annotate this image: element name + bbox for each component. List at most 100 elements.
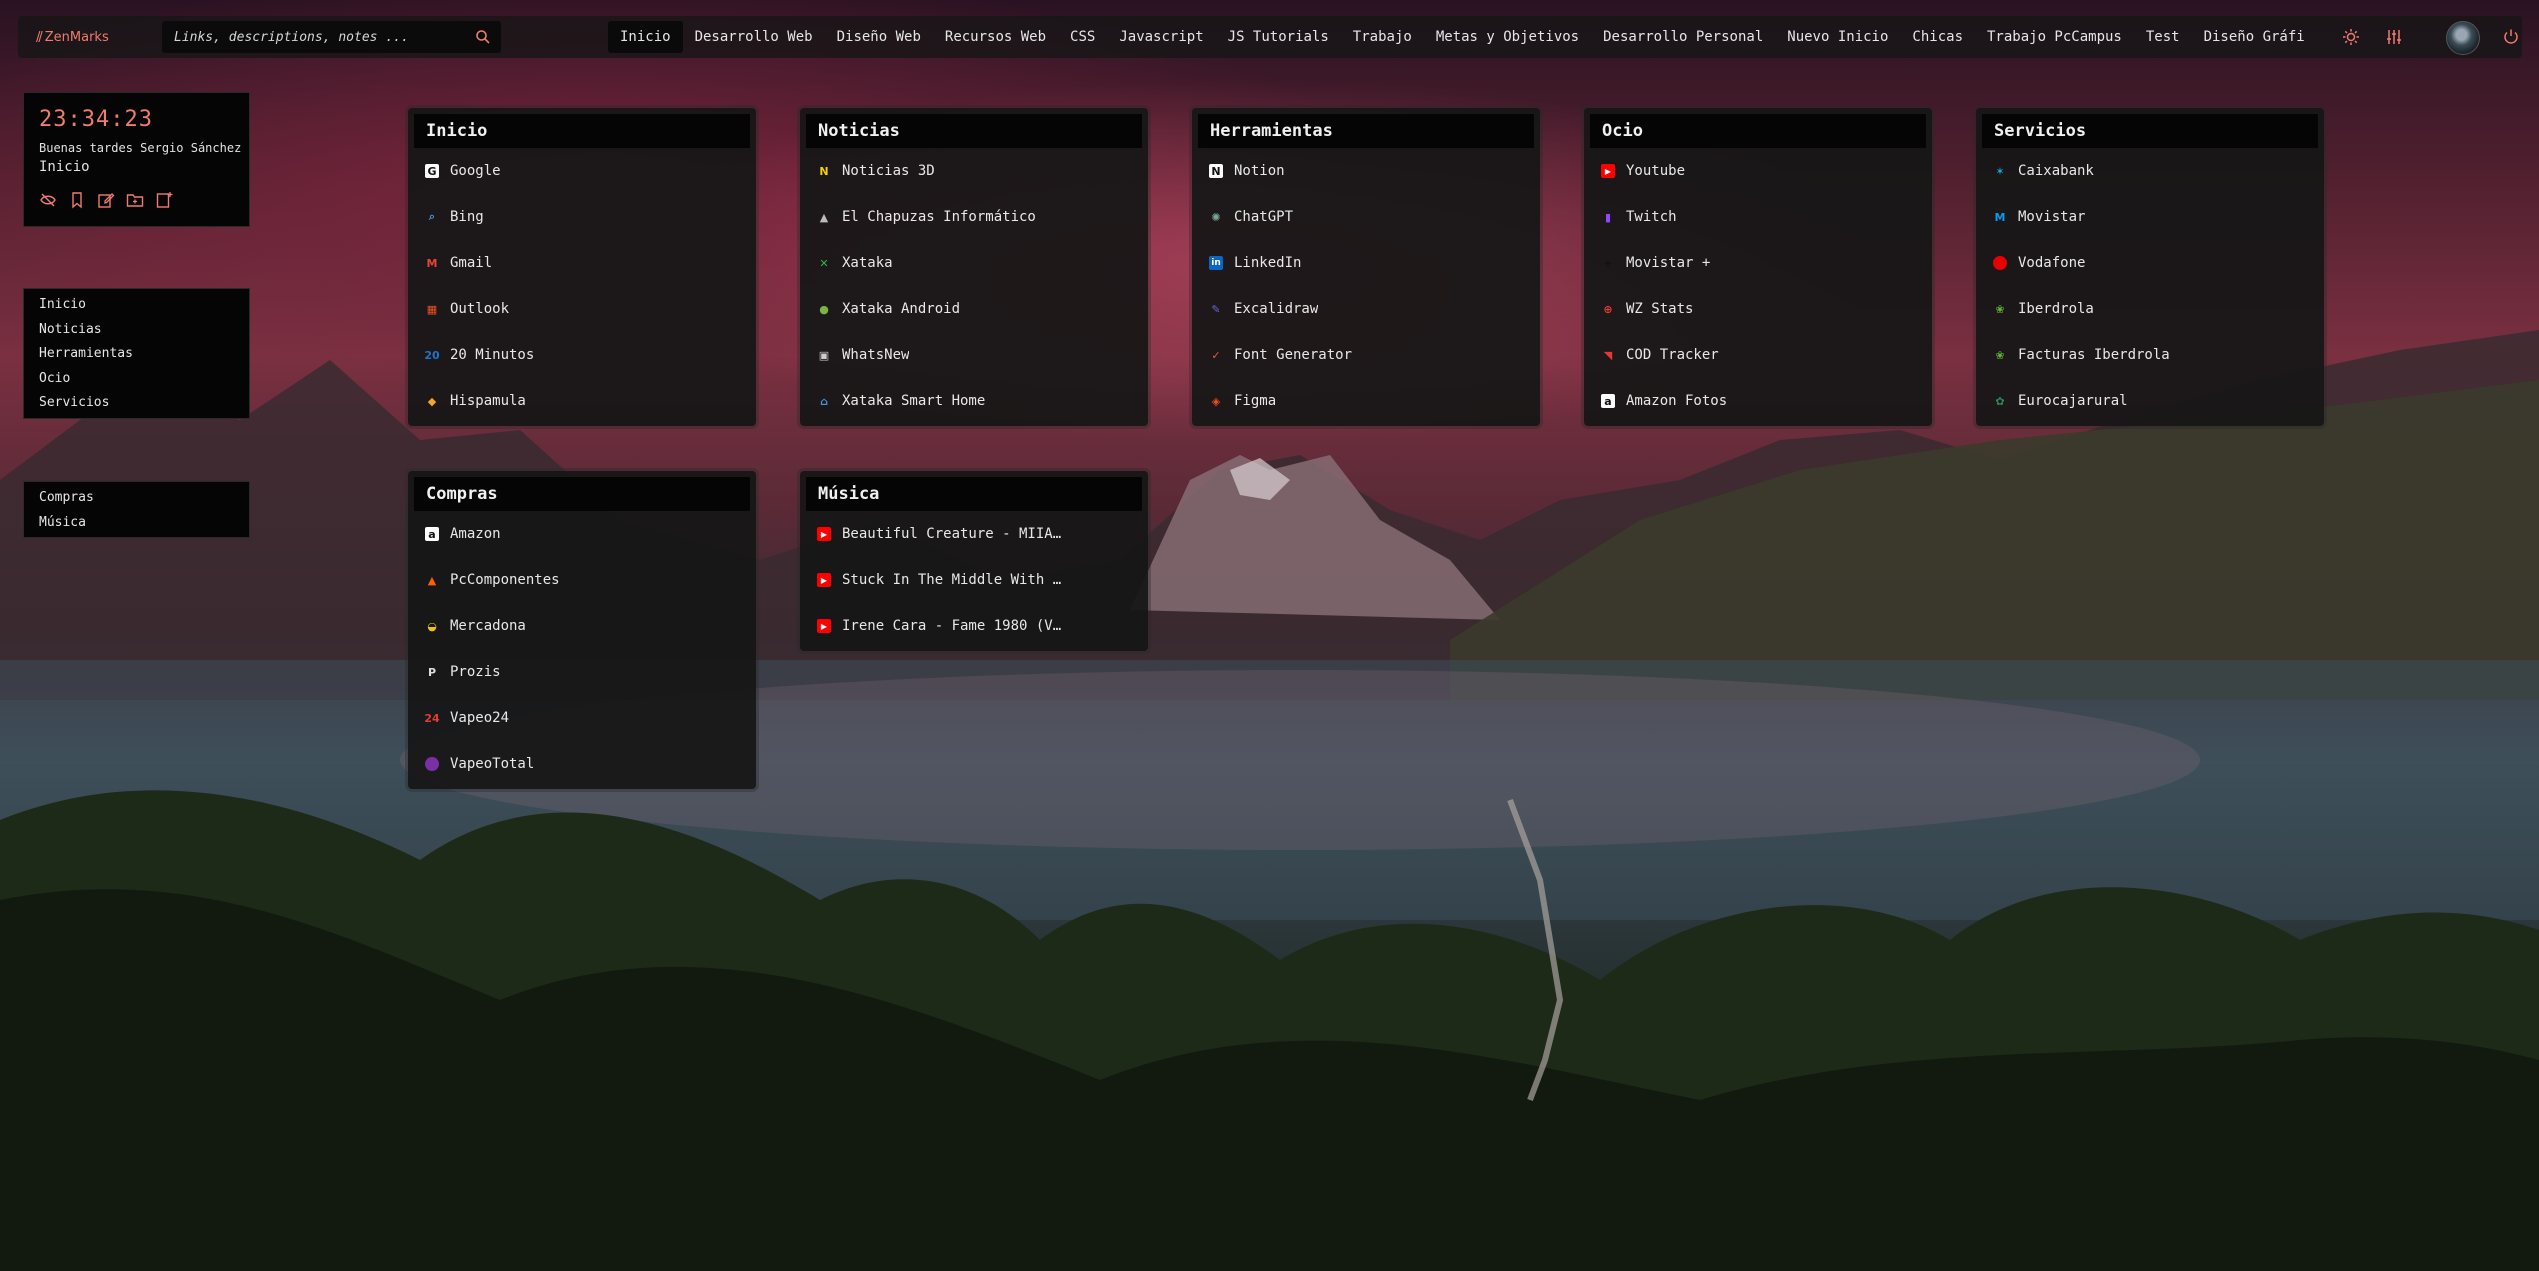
bookmark-link[interactable]: ✎ Excalidraw bbox=[1192, 286, 1540, 332]
bookmark-link[interactable]: ▦ Outlook bbox=[408, 286, 756, 332]
bookmark-label: Twitch bbox=[1626, 209, 1677, 225]
bookmark-link[interactable]: ❀ Iberdrola bbox=[1976, 286, 2324, 332]
youtube-icon: ▶ bbox=[817, 527, 831, 541]
caixabank-icon: ✶ bbox=[1995, 164, 2005, 178]
pccomponentes-icon: ▲ bbox=[427, 573, 437, 587]
tab-desarrollo-web[interactable]: Desarrollo Web bbox=[683, 21, 825, 53]
whatsnew-icon: ▣ bbox=[818, 348, 830, 362]
iberdrola-icon: ❀ bbox=[1995, 348, 2005, 362]
bookmark-link[interactable]: + Movistar + bbox=[1584, 240, 1932, 286]
tab-trabajo[interactable]: Trabajo bbox=[1341, 21, 1424, 53]
bookmark-label: El Chapuzas Informático bbox=[842, 209, 1036, 225]
bookmark-link[interactable]: G Google bbox=[408, 148, 756, 194]
sidebar-item-noticias[interactable]: Noticias bbox=[24, 318, 249, 343]
bookmark-link[interactable]: ✿ Eurocajarural bbox=[1976, 378, 2324, 424]
bookmark-link[interactable]: ⌂ Xataka Smart Home bbox=[800, 378, 1148, 424]
card-noticias: Noticias N Noticias 3D ▲ El Chapuzas Informá… bbox=[800, 108, 1148, 426]
brand-logo[interactable]: // ZenMarks bbox=[36, 16, 109, 58]
bookmark-link[interactable]: a Amazon Fotos bbox=[1584, 378, 1932, 424]
tab-diseno-web[interactable]: Diseño Web bbox=[825, 21, 933, 53]
search-input[interactable] bbox=[162, 28, 466, 46]
youtube-icon: ▶ bbox=[1601, 164, 1615, 178]
bookmark-link[interactable]: M Gmail bbox=[408, 240, 756, 286]
tab-chicas[interactable]: Chicas bbox=[1900, 21, 1975, 53]
bookmark-link[interactable]: ▶ Stuck In The Middle With Y… bbox=[800, 557, 1148, 603]
tab-inicio[interactable]: Inicio bbox=[608, 21, 683, 53]
sidebar-item-herramientas[interactable]: Herramientas bbox=[24, 342, 249, 367]
bookmark-link[interactable]: ▶ Beautiful Creature - MIIA … bbox=[800, 511, 1148, 557]
bookmark-label: Iberdrola bbox=[2018, 301, 2094, 317]
avatar[interactable] bbox=[2446, 21, 2480, 55]
tab-test[interactable]: Test bbox=[2134, 21, 2192, 53]
bookmark-link[interactable]: ✓ Font Generator bbox=[1192, 332, 1540, 378]
sidebar-item-ocio[interactable]: Ocio bbox=[24, 367, 249, 392]
bookmark-link[interactable]: ● Xataka Android bbox=[800, 286, 1148, 332]
clock-widget: 23:34:23 Buenas tardes Sergio Sánchez In… bbox=[23, 92, 250, 227]
bookmark-link[interactable]: a Amazon bbox=[408, 511, 756, 557]
bookmark-label: Google bbox=[450, 163, 501, 179]
bookmark-label: WhatsNew bbox=[842, 347, 910, 363]
bookmark-label: PcComponentes bbox=[450, 572, 560, 588]
sidebar-group-secondary: Compras Música bbox=[23, 481, 250, 538]
bookmark-link[interactable]: 24 Vapeo24 bbox=[408, 695, 756, 741]
bookmark-link[interactable]: ✶ Caixabank bbox=[1976, 148, 2324, 194]
tab-nuevo-inicio[interactable]: Nuevo Inicio bbox=[1775, 21, 1900, 53]
bookmark-link[interactable]: ◈ Figma bbox=[1192, 378, 1540, 424]
bookmark-link[interactable]: N Notion bbox=[1192, 148, 1540, 194]
bookmark-link[interactable]: ◒ Mercadona bbox=[408, 603, 756, 649]
sun-icon[interactable] bbox=[2338, 24, 2364, 50]
bookmark-label: Vapeo24 bbox=[450, 710, 510, 726]
tab-trabajo-pccampus[interactable]: Trabajo PcCampus bbox=[1975, 21, 2134, 53]
card-title: Servicios bbox=[1982, 114, 2318, 148]
eye-off-icon[interactable] bbox=[39, 191, 57, 213]
bookmark-link[interactable]: in LinkedIn bbox=[1192, 240, 1540, 286]
bookmark-label: Amazon bbox=[450, 526, 501, 542]
bookmark-link[interactable]: ❀ Facturas Iberdrola bbox=[1976, 332, 2324, 378]
bookmark-link[interactable]: ▲ El Chapuzas Informático bbox=[800, 194, 1148, 240]
bookmark-link[interactable]: ◆ Hispamula bbox=[408, 378, 756, 424]
power-icon[interactable] bbox=[2498, 24, 2524, 50]
iberdrola-icon: ❀ bbox=[1995, 302, 2005, 316]
tab-desarrollo-personal[interactable]: Desarrollo Personal bbox=[1591, 21, 1775, 53]
bookmark-link[interactable]: ⊕ WZ Stats bbox=[1584, 286, 1932, 332]
bookmark-link[interactable]: 20 20 Minutos bbox=[408, 332, 756, 378]
folder-icon[interactable] bbox=[126, 191, 144, 213]
bookmark-link[interactable]: ● VapeoTotal bbox=[408, 741, 756, 787]
bookmark-link[interactable]: ▮ Twitch bbox=[1584, 194, 1932, 240]
tab-recursos-web[interactable]: Recursos Web bbox=[933, 21, 1058, 53]
bookmark-link[interactable]: ▣ WhatsNew bbox=[800, 332, 1148, 378]
bookmark-link[interactable]: ▶ Irene Cara - Fame 1980 (VH… bbox=[800, 603, 1148, 649]
tab-metas-objetivos[interactable]: Metas y Objetivos bbox=[1424, 21, 1591, 53]
clock-time: 23:34:23 bbox=[39, 107, 153, 132]
sidebar-item-servicios[interactable]: Servicios bbox=[24, 391, 249, 416]
tab-javascript[interactable]: Javascript bbox=[1107, 21, 1215, 53]
brand-name: ZenMarks bbox=[44, 29, 109, 45]
bookmark-link[interactable]: M Movistar bbox=[1976, 194, 2324, 240]
greeting-text: Buenas tardes Sergio Sánchez bbox=[39, 141, 242, 155]
bookmark-link[interactable]: ◥ COD Tracker bbox=[1584, 332, 1932, 378]
new-page-icon[interactable] bbox=[155, 191, 173, 213]
sidebar-item-musica[interactable]: Música bbox=[24, 511, 249, 536]
search-icon[interactable] bbox=[475, 29, 491, 49]
bookmark-label: Caixabank bbox=[2018, 163, 2094, 179]
bookmark-label: Xataka Smart Home bbox=[842, 393, 986, 409]
bookmark-link[interactable]: ▲ PcComponentes bbox=[408, 557, 756, 603]
prozis-icon: P bbox=[427, 665, 437, 679]
gmail-icon: M bbox=[426, 256, 438, 270]
bookmark-link[interactable]: ⌕ Bing bbox=[408, 194, 756, 240]
bookmark-icon[interactable] bbox=[68, 191, 86, 213]
tab-css[interactable]: CSS bbox=[1058, 21, 1107, 53]
tab-diseno-grafico[interactable]: Diseño Gráfi bbox=[2192, 21, 2317, 53]
bookmark-link[interactable]: ● Vodafone bbox=[1976, 240, 2324, 286]
edit-icon[interactable] bbox=[97, 191, 115, 213]
bookmark-link[interactable]: P Prozis bbox=[408, 649, 756, 695]
bookmark-link[interactable]: ▶ Youtube bbox=[1584, 148, 1932, 194]
bookmark-link[interactable]: N Noticias 3D bbox=[800, 148, 1148, 194]
bookmark-link[interactable]: ✕ Xataka bbox=[800, 240, 1148, 286]
sliders-icon[interactable] bbox=[2381, 24, 2407, 50]
youtube-icon: ▶ bbox=[817, 573, 831, 587]
sidebar-item-compras[interactable]: Compras bbox=[24, 486, 249, 511]
bookmark-link[interactable]: ✺ ChatGPT bbox=[1192, 194, 1540, 240]
tab-js-tutorials[interactable]: JS Tutorials bbox=[1216, 21, 1341, 53]
sidebar-item-inicio[interactable]: Inicio bbox=[24, 293, 249, 318]
